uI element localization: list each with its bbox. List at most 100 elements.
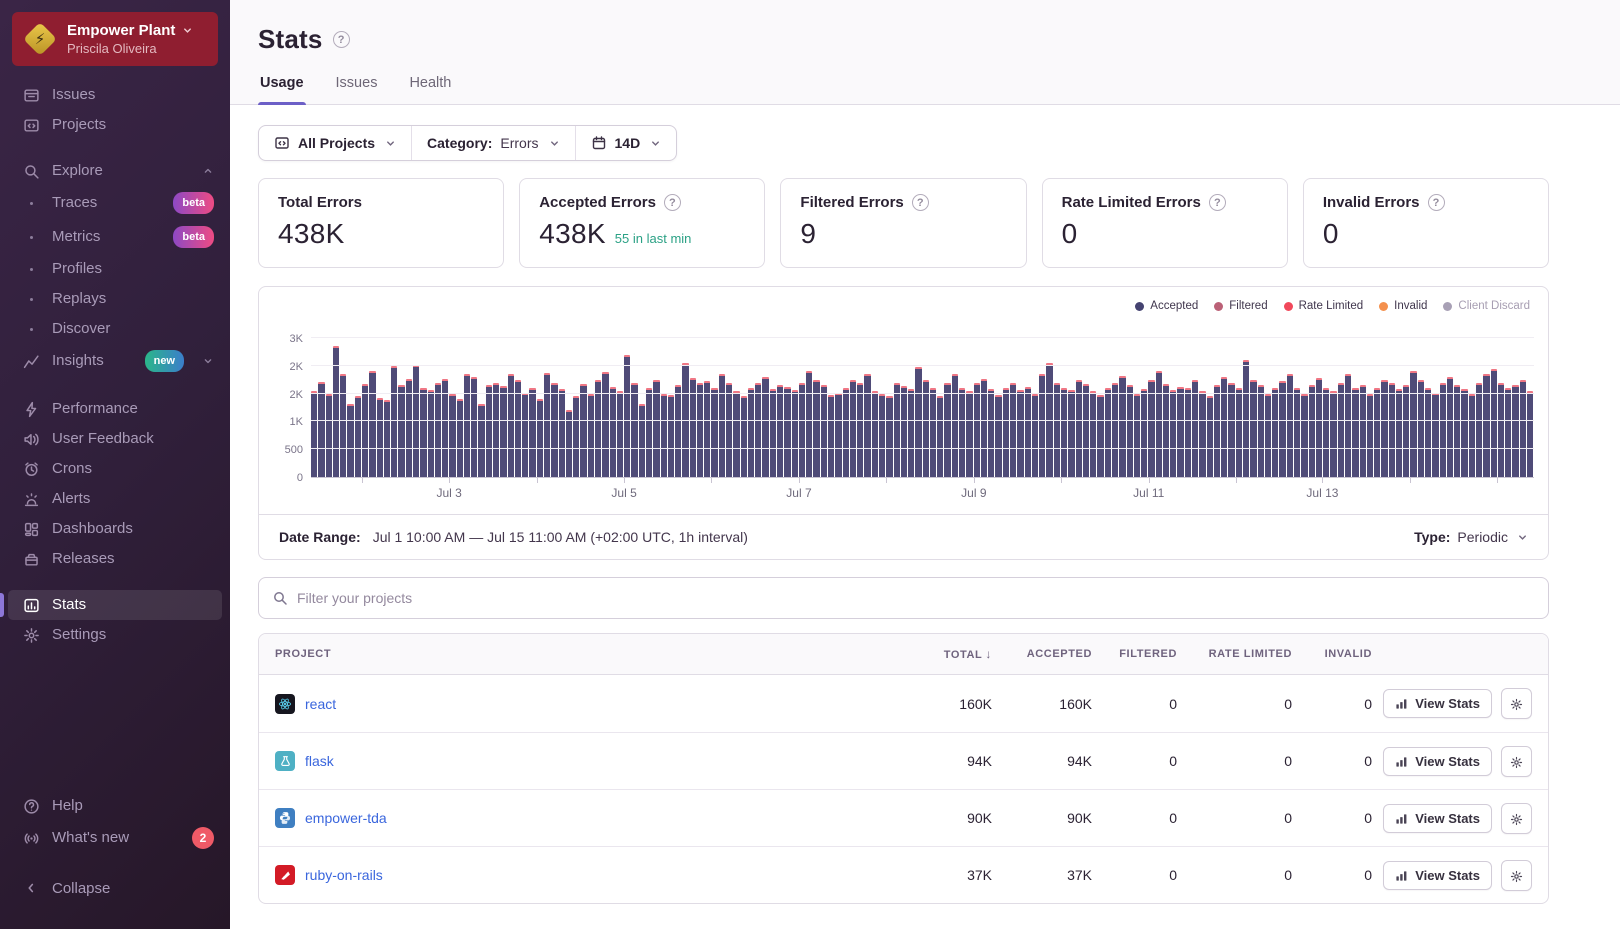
chevron-up-icon bbox=[202, 165, 214, 177]
project-filter-dropdown[interactable]: All Projects bbox=[259, 126, 411, 160]
tab-usage[interactable]: Usage bbox=[258, 75, 306, 104]
project-search-input[interactable] bbox=[297, 590, 1535, 606]
chart-bar bbox=[1352, 388, 1358, 477]
sidebar-item-metrics[interactable]: Metricsbeta bbox=[8, 220, 222, 254]
user-feedback-icon bbox=[22, 430, 40, 448]
chart-bar bbox=[792, 390, 798, 477]
cell-total: 90K bbox=[882, 810, 992, 826]
sidebar-item-label: Discover bbox=[52, 320, 110, 338]
sidebar-item-user-feedback[interactable]: User Feedback bbox=[8, 424, 222, 454]
chart-bar bbox=[857, 383, 863, 477]
view-stats-button[interactable]: View Stats bbox=[1383, 747, 1492, 776]
category-filter-dropdown[interactable]: Category: Errors bbox=[411, 126, 574, 160]
sidebar-item-explore[interactable]: Explore bbox=[8, 156, 222, 186]
legend-item-filtered[interactable]: Filtered bbox=[1214, 300, 1267, 312]
project-settings-button[interactable] bbox=[1501, 688, 1532, 719]
chart-bar bbox=[559, 389, 565, 477]
chart-bar bbox=[1425, 388, 1431, 477]
bar-chart-icon bbox=[1395, 697, 1408, 710]
project-link[interactable]: ruby-on-rails bbox=[305, 867, 383, 883]
chart-type-dropdown[interactable]: Type: Periodic bbox=[1414, 529, 1528, 545]
sidebar-item-label: Performance bbox=[52, 400, 138, 418]
chart-bar bbox=[901, 386, 907, 477]
help-icon[interactable]: ? bbox=[912, 194, 929, 211]
project-filter-value: All Projects bbox=[298, 135, 375, 151]
help-icon bbox=[22, 797, 40, 815]
chart-bar bbox=[1112, 383, 1118, 477]
project-link[interactable]: empower-tda bbox=[305, 810, 387, 826]
chart-bar bbox=[1476, 383, 1482, 477]
tab-health[interactable]: Health bbox=[407, 75, 453, 104]
sidebar-item-profiles[interactable]: Profiles bbox=[8, 254, 222, 284]
help-icon[interactable]: ? bbox=[1209, 194, 1226, 211]
cell-invalid: 0 bbox=[1292, 696, 1372, 712]
project-settings-button[interactable] bbox=[1501, 746, 1532, 777]
view-stats-button[interactable]: View Stats bbox=[1383, 689, 1492, 718]
column-header-accepted[interactable]: ACCEPTED bbox=[992, 648, 1092, 660]
y-axis-tick: 2K bbox=[290, 361, 303, 373]
project-settings-button[interactable] bbox=[1501, 860, 1532, 891]
column-header-invalid[interactable]: INVALID bbox=[1292, 648, 1372, 660]
sidebar-item-insights[interactable]: Insightsnew bbox=[8, 344, 222, 378]
help-icon[interactable]: ? bbox=[664, 194, 681, 211]
sidebar-item-performance[interactable]: Performance bbox=[8, 394, 222, 424]
cell-invalid: 0 bbox=[1292, 867, 1372, 883]
chart-bar bbox=[602, 372, 608, 477]
sidebar-item-crons[interactable]: Crons bbox=[8, 454, 222, 484]
chart-bar bbox=[1127, 385, 1133, 477]
chart-bar bbox=[1250, 380, 1256, 477]
sidebar-item-settings[interactable]: Settings bbox=[8, 620, 222, 650]
chart-bar bbox=[937, 396, 943, 477]
chart-bar bbox=[1338, 383, 1344, 477]
legend-item-invalid[interactable]: Invalid bbox=[1379, 300, 1427, 312]
tab-issues[interactable]: Issues bbox=[334, 75, 380, 104]
chart-bar bbox=[1461, 389, 1467, 477]
sidebar-item-dashboards[interactable]: Dashboards bbox=[8, 514, 222, 544]
cell-filtered: 0 bbox=[1092, 867, 1177, 883]
view-stats-button[interactable]: View Stats bbox=[1383, 804, 1492, 833]
column-header-filtered[interactable]: FILTERED bbox=[1092, 648, 1177, 660]
project-link[interactable]: react bbox=[305, 696, 336, 712]
sidebar-item-replays[interactable]: Replays bbox=[8, 284, 222, 314]
chart-bar bbox=[864, 374, 870, 477]
page-help-icon[interactable]: ? bbox=[333, 31, 350, 48]
flask-platform-icon bbox=[275, 751, 295, 771]
chart-bar bbox=[915, 367, 921, 477]
chart-bar bbox=[930, 388, 936, 477]
sidebar-item-traces[interactable]: Tracesbeta bbox=[8, 186, 222, 220]
column-header-total[interactable]: TOTAL↓ bbox=[882, 647, 992, 661]
view-stats-button[interactable]: View Stats bbox=[1383, 861, 1492, 890]
app-root: ⚡ Empower Plant Priscila Oliveira Issues… bbox=[0, 0, 1620, 929]
projects-icon bbox=[274, 135, 290, 151]
column-header-project[interactable]: PROJECT bbox=[275, 648, 882, 660]
sidebar-item-discover[interactable]: Discover bbox=[8, 314, 222, 344]
sidebar-item-releases[interactable]: Releases bbox=[8, 544, 222, 574]
chart-bar bbox=[588, 394, 594, 477]
issues-icon bbox=[22, 86, 40, 104]
sidebar-collapse[interactable]: Collapse bbox=[8, 873, 222, 903]
date-range-dropdown[interactable]: 14D bbox=[575, 126, 677, 160]
chart-bar bbox=[1418, 380, 1424, 477]
legend-item-rate-limited[interactable]: Rate Limited bbox=[1284, 300, 1364, 312]
sidebar-item-issues[interactable]: Issues bbox=[8, 80, 222, 110]
sidebar-item-what-s-new[interactable]: What's new2 bbox=[8, 821, 222, 855]
chart-bar bbox=[544, 373, 550, 477]
sidebar-item-label: Releases bbox=[52, 550, 115, 568]
legend-item-accepted[interactable]: Accepted bbox=[1135, 300, 1198, 312]
cell-invalid: 0 bbox=[1292, 810, 1372, 826]
help-icon[interactable]: ? bbox=[1428, 194, 1445, 211]
legend-item-client-discard[interactable]: Client Discard bbox=[1443, 300, 1530, 312]
stat-card-title: Filtered Errors bbox=[800, 194, 903, 211]
sidebar-item-alerts[interactable]: Alerts bbox=[8, 484, 222, 514]
org-switcher[interactable]: ⚡ Empower Plant Priscila Oliveira bbox=[12, 12, 218, 66]
project-link[interactable]: flask bbox=[305, 753, 334, 769]
column-header-rate-limited[interactable]: RATE LIMITED bbox=[1177, 648, 1292, 660]
sidebar-item-stats[interactable]: Stats bbox=[8, 590, 222, 620]
type-label: Type: bbox=[1414, 529, 1450, 545]
chart-bar bbox=[813, 380, 819, 477]
sidebar-item-projects[interactable]: Projects bbox=[8, 110, 222, 140]
project-settings-button[interactable] bbox=[1501, 803, 1532, 834]
sidebar-item-help[interactable]: Help bbox=[8, 791, 222, 821]
stat-card-title: Rate Limited Errors bbox=[1062, 194, 1201, 211]
chart-bar bbox=[355, 396, 361, 477]
